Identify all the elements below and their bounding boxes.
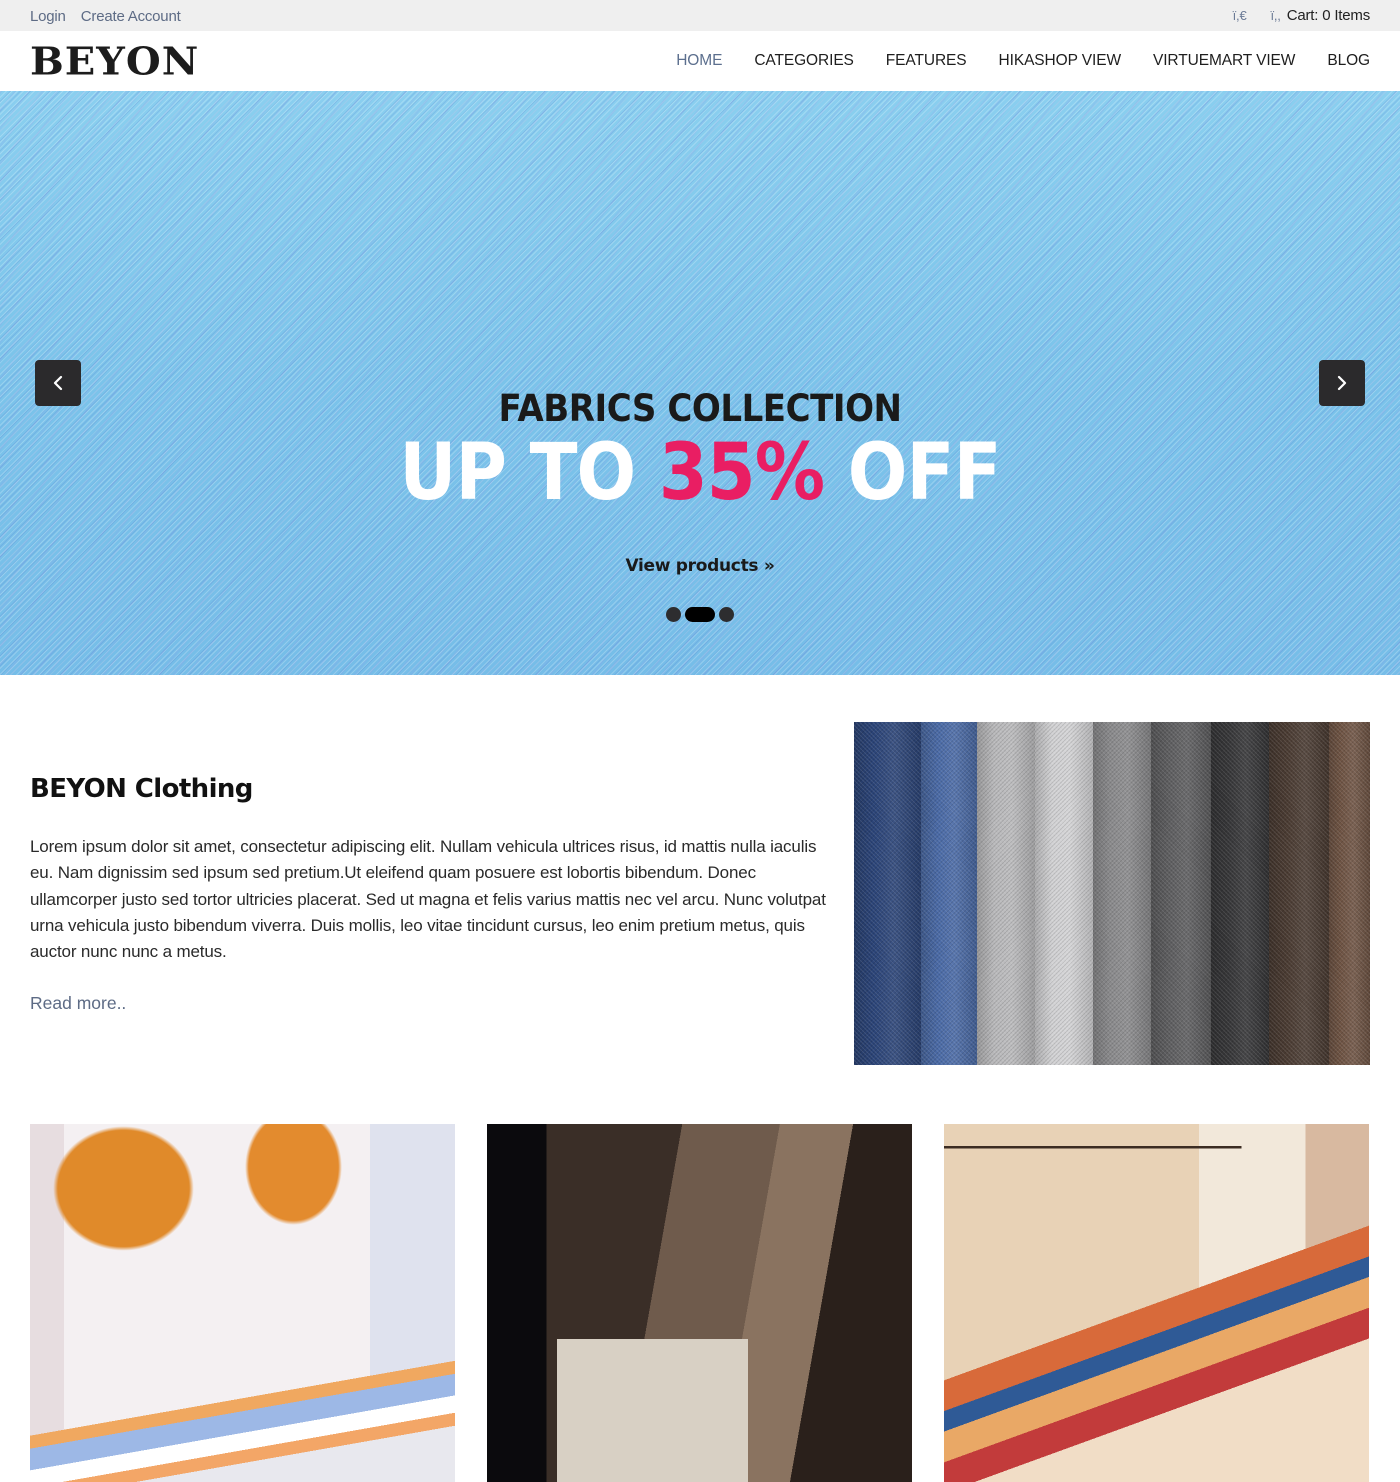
nav-features[interactable]: FEATURES bbox=[886, 52, 967, 70]
hero-content: FABRICS COLLECTION UP TO 35% OFF View pr… bbox=[0, 387, 1400, 576]
nav-home[interactable]: HOME bbox=[676, 52, 722, 70]
swatch bbox=[1093, 722, 1151, 1065]
currency-icon[interactable]: ï,€ bbox=[1233, 8, 1247, 23]
top-bar: Login Create Account ï,€ ï,, Cart: 0 Ite… bbox=[0, 0, 1400, 31]
swatch bbox=[1151, 722, 1211, 1065]
create-account-link[interactable]: Create Account bbox=[81, 8, 181, 25]
view-products-link[interactable]: View products » bbox=[625, 556, 774, 576]
cart-icon: ï,, bbox=[1270, 8, 1281, 23]
gallery-image-totes[interactable] bbox=[487, 1124, 912, 1482]
swatch bbox=[921, 722, 977, 1065]
gallery-image-hangers[interactable] bbox=[944, 1124, 1369, 1482]
slide-dot-3[interactable] bbox=[719, 607, 734, 622]
gallery bbox=[0, 1124, 1400, 1482]
slide-dot-1[interactable] bbox=[666, 607, 681, 622]
about-body: Lorem ipsum dolor sit amet, consectetur … bbox=[30, 837, 826, 962]
main-nav: HOME CATEGORIES FEATURES HIKASHOP VIEW V… bbox=[676, 52, 1370, 70]
cart-label: Cart: 0 Items bbox=[1286, 7, 1370, 24]
fabric-swatches-image bbox=[854, 722, 1370, 1065]
nav-virtuemart-view[interactable]: VIRTUEMART VIEW bbox=[1153, 52, 1295, 70]
swatch bbox=[1211, 722, 1269, 1065]
hero-discount: 35% bbox=[658, 428, 825, 518]
read-more-link[interactable]: Read more.. bbox=[30, 993, 126, 1014]
hero-title-prefix: UP TO bbox=[399, 428, 659, 518]
hero-slider: FABRICS COLLECTION UP TO 35% OFF View pr… bbox=[0, 91, 1400, 675]
slide-dot-2[interactable] bbox=[685, 607, 715, 622]
hero-kicker: FABRICS COLLECTION bbox=[498, 387, 902, 430]
swatch bbox=[977, 722, 1035, 1065]
hero-title-suffix: OFF bbox=[824, 428, 1002, 518]
about-section: BEYON Clothing Lorem ipsum dolor sit ame… bbox=[0, 675, 1400, 1123]
gallery-image-dress[interactable] bbox=[30, 1124, 455, 1482]
site-logo[interactable]: BEYON bbox=[30, 39, 199, 84]
topbar-right: ï,€ ï,, Cart: 0 Items bbox=[1233, 7, 1371, 24]
nav-blog[interactable]: BLOG bbox=[1327, 52, 1370, 70]
nav-hikashop-view[interactable]: HIKASHOP VIEW bbox=[999, 52, 1122, 70]
hero-title: UP TO 35% OFF bbox=[70, 432, 1330, 514]
swatch bbox=[1329, 722, 1370, 1065]
login-link[interactable]: Login bbox=[30, 8, 66, 25]
swatch bbox=[1269, 722, 1329, 1065]
nav-categories[interactable]: CATEGORIES bbox=[754, 52, 854, 70]
about-text: BEYON Clothing Lorem ipsum dolor sit ame… bbox=[30, 722, 830, 1123]
cart-button[interactable]: ï,, Cart: 0 Items bbox=[1270, 7, 1370, 24]
swatch bbox=[854, 722, 921, 1065]
about-title: BEYON Clothing bbox=[30, 774, 253, 804]
account-links: Login Create Account bbox=[30, 6, 191, 25]
site-header: BEYON HOME CATEGORIES FEATURES HIKASHOP … bbox=[0, 31, 1400, 91]
slider-pagination bbox=[0, 607, 1400, 622]
swatch bbox=[1035, 722, 1093, 1065]
